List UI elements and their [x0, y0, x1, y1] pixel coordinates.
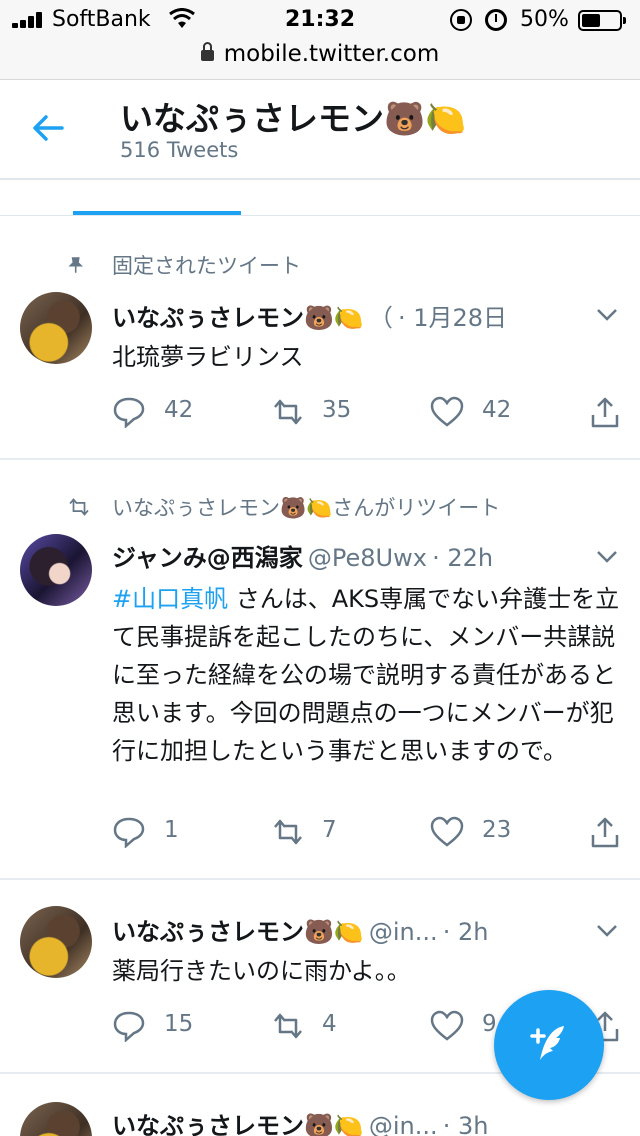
heart-icon — [430, 396, 464, 427]
tweet-header: いなぷぅさレモン🐻🍋 @in... · 2h — [112, 912, 488, 947]
avatar[interactable] — [20, 292, 92, 364]
tweet-text: 北琉夢ラビリンス — [112, 343, 304, 371]
heart-icon — [430, 1010, 464, 1041]
battery-fill — [582, 14, 600, 27]
avatar[interactable] — [20, 1102, 92, 1136]
profile-tabs — [0, 182, 640, 216]
chevron-down-icon[interactable] — [596, 550, 618, 564]
author-handle[interactable]: @in... — [369, 918, 438, 946]
tweet-header: ジャンみ@西潟家 @Pe8Uwx · 22h — [112, 538, 493, 573]
retweet-icon — [274, 819, 302, 845]
heart-icon — [430, 816, 464, 847]
share-icon — [591, 817, 619, 848]
back-arrow-icon[interactable] — [28, 108, 68, 148]
author-handle[interactable]: @in... — [369, 1112, 438, 1136]
reply-icon — [113, 817, 145, 848]
tweet-text: #山口真帆 さんは、AKS専属でない弁護士を立て民事提訴を起こしたのちに、メンバ… — [112, 580, 624, 770]
tweet-time[interactable]: · 22h — [432, 544, 493, 572]
pin-icon — [68, 257, 83, 273]
battery-icon — [578, 10, 626, 31]
retweet-icon — [274, 1013, 302, 1039]
share-icon — [591, 397, 619, 428]
tweet-time[interactable]: · 3h — [443, 1112, 489, 1136]
avatar[interactable] — [20, 534, 92, 606]
rotation-lock-icon — [450, 9, 472, 31]
tweet-actions: 42 35 42 — [112, 392, 622, 432]
reply-count: 1 — [164, 817, 179, 843]
chevron-down-icon[interactable] — [596, 308, 618, 322]
tweet-header: いなぷぅさレモン🐻🍋 @in... · 3h — [112, 1106, 488, 1136]
retweet-count: 35 — [322, 397, 352, 423]
author-name[interactable]: ジャンみ@西潟家 — [112, 544, 303, 572]
reply-icon — [113, 397, 145, 428]
pinned-text: 固定されたツイート — [112, 254, 301, 278]
compose-tweet-button[interactable] — [494, 990, 604, 1100]
alarm-icon — [485, 9, 507, 31]
tweet-text: 薬局行きたいのに雨かよ。。 — [112, 957, 411, 985]
lock-icon — [200, 42, 214, 61]
address-bar[interactable]: mobile.twitter.com — [0, 40, 640, 80]
profile-name: いなぷぅさレモン🐻🍋 — [120, 99, 467, 138]
retweet-context-text: いなぷぅさレモン🐻🍋さんがリツイート — [112, 496, 501, 520]
retweet-icon — [274, 399, 302, 425]
retweet-icon — [69, 498, 89, 516]
compose-tweet-icon — [530, 1026, 564, 1060]
tweet-retweeted[interactable]: いなぷぅさレモン🐻🍋さんがリツイート ジャンみ@西潟家 @Pe8Uwx · 22… — [0, 460, 640, 880]
battery-percent: 50% — [520, 7, 569, 32]
avatar[interactable] — [20, 906, 92, 978]
retweet-context: いなぷぅさレモン🐻🍋さんがリツイート — [0, 492, 640, 522]
retweet-count: 4 — [322, 1011, 337, 1037]
author-name[interactable]: いなぷぅさレモン🐻🍋 — [112, 1112, 364, 1136]
hashtag-link[interactable]: #山口真帆 — [112, 585, 228, 613]
chevron-down-icon[interactable] — [596, 924, 618, 938]
like-count: 23 — [482, 817, 512, 843]
like-count: 42 — [482, 397, 512, 423]
retweet-count: 7 — [322, 817, 337, 843]
tweet-count: 516 Tweets — [120, 138, 239, 162]
reply-count: 15 — [164, 1011, 194, 1037]
reply-icon — [113, 1011, 145, 1042]
author-name[interactable]: いなぷぅさレモン🐻🍋 — [112, 304, 364, 332]
url-text: mobile.twitter.com — [223, 41, 440, 67]
active-tab-indicator — [73, 211, 241, 215]
profile-header: いなぷぅさレモン🐻🍋 516 Tweets — [0, 80, 640, 180]
status-bar: SoftBank 21:32 50% — [0, 0, 640, 40]
tweet-time[interactable]: · 2h — [443, 918, 489, 946]
author-name[interactable]: いなぷぅさレモン🐻🍋 — [112, 918, 364, 946]
tweet-actions: 1 7 23 — [112, 812, 622, 852]
author-handle[interactable]: （ — [369, 304, 393, 332]
reply-count: 42 — [164, 397, 194, 423]
pinned-label: 固定されたツイート — [0, 250, 640, 280]
author-handle[interactable]: @Pe8Uwx — [308, 544, 427, 572]
tweet-header: いなぷぅさレモン🐻🍋 （ · 1月28日 — [112, 298, 507, 333]
tweet-time[interactable]: · 1月28日 — [398, 304, 507, 332]
tweet-pinned[interactable]: 固定されたツイート いなぷぅさレモン🐻🍋 （ · 1月28日 北琉夢ラビリンス … — [0, 218, 640, 460]
